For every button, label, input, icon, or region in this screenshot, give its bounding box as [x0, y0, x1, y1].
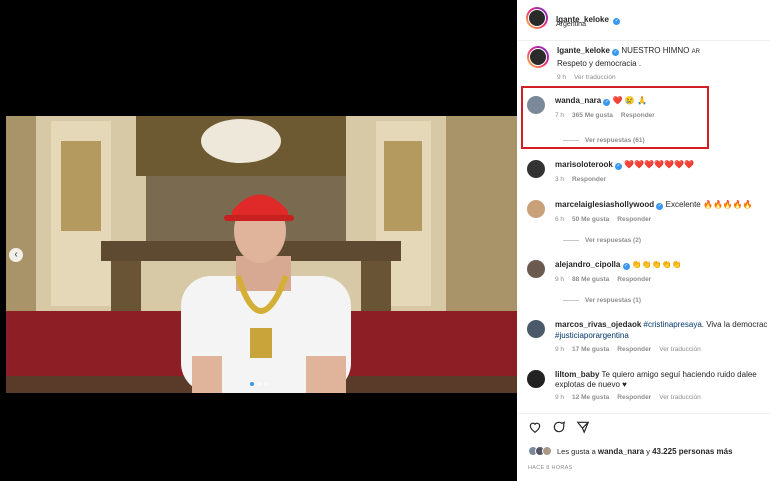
- comment-username[interactable]: marcelaiglesiashollywood: [555, 200, 654, 209]
- caption-time: 9 h: [557, 74, 567, 81]
- comment-avatar[interactable]: [527, 200, 545, 218]
- highlight-box: [521, 86, 709, 149]
- liked-by-username[interactable]: wanda_nara: [598, 447, 644, 456]
- hashtag-link[interactable]: #justiciaporargentina: [555, 331, 767, 340]
- reply-button[interactable]: Responder: [617, 394, 651, 401]
- reply-button[interactable]: Responder: [617, 346, 651, 353]
- comment-likes[interactable]: 17 Me gusta: [572, 346, 609, 353]
- comment-avatar[interactable]: [527, 260, 545, 278]
- comment-text: 👏👏👏👏👏: [631, 260, 682, 269]
- caption-text: NUESTRO HIMNO: [621, 46, 690, 55]
- comment-time: 3 h: [555, 176, 565, 183]
- flag-emoji: AR: [691, 49, 700, 55]
- carousel-dots: [250, 382, 268, 386]
- verified-badge-icon: ✓: [612, 49, 620, 56]
- comment-username[interactable]: marisoloterook: [555, 160, 613, 169]
- comment-likes[interactable]: 88 Me gusta: [572, 276, 609, 283]
- carousel-dot: [264, 382, 268, 386]
- comment-time: 9 h: [555, 276, 565, 283]
- translate-link[interactable]: Ver traducción: [659, 346, 701, 353]
- author-avatar[interactable]: [526, 7, 548, 29]
- view-replies-button[interactable]: Ver respuestas (1): [563, 297, 641, 304]
- comment-username[interactable]: liltom_baby: [555, 370, 599, 379]
- verified-badge-icon: ✓: [622, 263, 630, 270]
- reply-button[interactable]: Responder: [617, 276, 651, 283]
- likes-prefix: Les gusta a: [557, 446, 596, 456]
- verified-badge-icon: ✓: [656, 203, 664, 210]
- hashtag-link[interactable]: #cristinapresaya: [644, 320, 702, 329]
- carousel-dot: [250, 382, 254, 386]
- actions-divider: [517, 413, 770, 414]
- caption-avatar[interactable]: [527, 46, 549, 68]
- comment-avatar[interactable]: [527, 370, 545, 388]
- comment-avatar[interactable]: [527, 160, 545, 178]
- post-header: lgante_keloke ✓ Argentina: [517, 0, 770, 41]
- reply-button[interactable]: Responder: [572, 176, 606, 183]
- liker-avatar: [542, 446, 552, 456]
- comment-username[interactable]: marcos_rivas_ojedaok: [555, 320, 641, 329]
- instagram-post-viewer: ‹ lgante_keloke ✓ Argentina lgante_kelok…: [0, 0, 770, 481]
- view-replies-button[interactable]: Ver respuestas (2): [563, 237, 641, 244]
- share-send-icon[interactable]: [576, 420, 590, 434]
- comment-username[interactable]: alejandro_cipolla: [555, 260, 620, 269]
- likes-suffix: y: [646, 446, 650, 456]
- post-media-area: ‹: [0, 0, 517, 481]
- verified-badge-icon: ✓: [615, 163, 623, 170]
- comment-likes[interactable]: 50 Me gusta: [572, 216, 609, 223]
- caption-translate-link[interactable]: Ver traducción: [574, 74, 616, 81]
- carousel-dot: [257, 382, 261, 386]
- reply-button[interactable]: Responder: [617, 216, 651, 223]
- comment-likes[interactable]: 12 Me gusta: [572, 394, 609, 401]
- comment-bubble-icon[interactable]: [552, 420, 566, 434]
- post-photo[interactable]: [6, 116, 517, 393]
- like-heart-icon[interactable]: [528, 420, 542, 434]
- comment-time: 9 h: [555, 394, 565, 401]
- photo-illustration: [6, 116, 517, 393]
- caption-username[interactable]: lgante_keloke: [557, 46, 610, 55]
- comment-time: 9 h: [555, 346, 565, 353]
- verified-badge-icon: ✓: [613, 18, 621, 25]
- comment-text: . Viva la democracia: [701, 320, 767, 329]
- caption-line2: Respeto y democracia .: [557, 59, 642, 68]
- liked-by-row: Les gusta a wanda_nara y 43.225 personas…: [528, 446, 733, 456]
- translate-link[interactable]: Ver traducción: [659, 394, 701, 401]
- post-timestamp: HACE 8 HORAS: [528, 465, 573, 471]
- comment-avatar[interactable]: [527, 320, 545, 338]
- comment-time: 6 h: [555, 216, 565, 223]
- comments-panel: lgante_keloke ✓ Argentina lgante_keloke …: [517, 0, 770, 481]
- comment-text: Excelente 🔥🔥🔥🔥🔥: [665, 200, 753, 209]
- likes-count[interactable]: 43.225 personas más: [652, 447, 733, 456]
- post-location[interactable]: Argentina: [556, 21, 586, 28]
- previous-photo-arrow-icon[interactable]: ‹: [9, 248, 23, 262]
- comment-text: ❤️❤️❤️❤️❤️❤️❤️: [624, 160, 694, 169]
